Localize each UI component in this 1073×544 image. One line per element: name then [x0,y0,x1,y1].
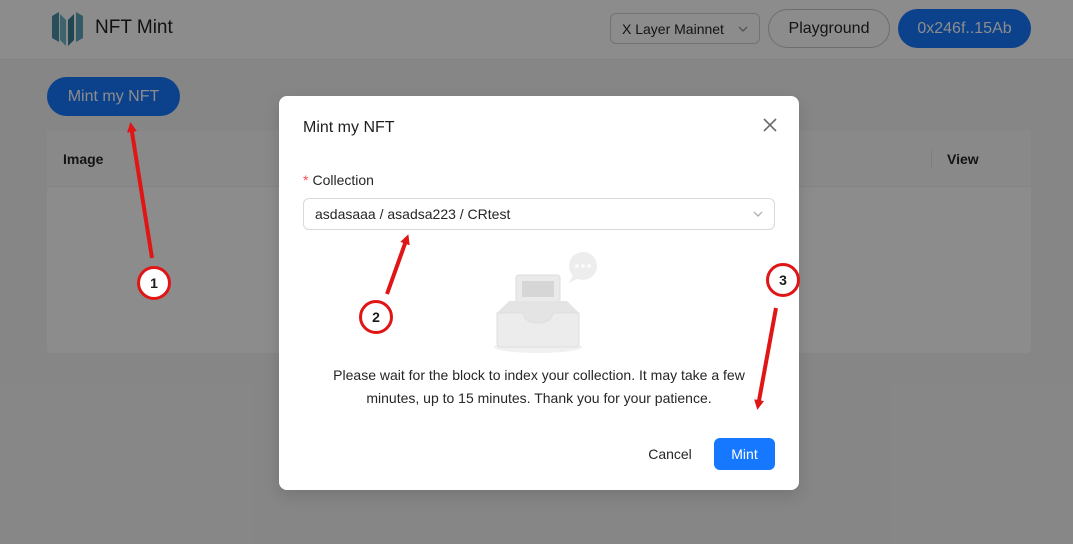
chevron-down-icon [753,211,763,217]
mint-modal: Mint my NFT * Collection asdasaaa / asads… [279,96,799,490]
mint-button[interactable]: Mint [714,438,775,470]
step-badge-2: 2 [359,300,393,334]
indexing-notice: Please wait for the block to index your … [333,367,745,406]
collection-label-text: Collection [312,172,374,188]
collection-label: * Collection [303,172,374,188]
required-mark: * [303,172,309,188]
step-badge-3: 3 [766,263,800,297]
cancel-button[interactable]: Cancel [639,438,701,470]
empty-inbox-illustration-icon [494,252,597,353]
step-badge-1: 1 [137,266,171,300]
collection-select[interactable]: asdasaaa / asadsa223 / CRtest [303,198,775,230]
close-icon[interactable] [761,116,779,134]
collection-select-value: asdasaaa / asadsa223 / CRtest [315,206,511,222]
modal-title: Mint my NFT [303,119,395,136]
